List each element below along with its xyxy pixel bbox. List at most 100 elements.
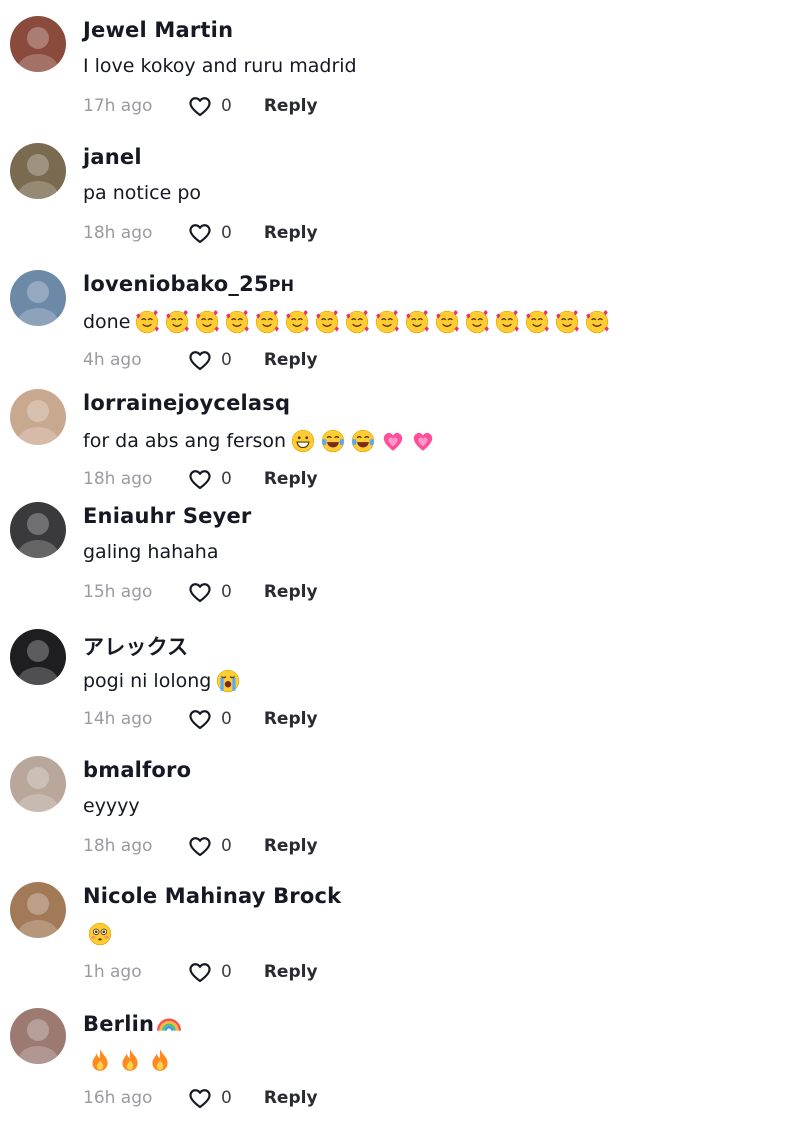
- avatar[interactable]: [10, 1008, 66, 1064]
- fire-emoji: [87, 1047, 113, 1073]
- username-text: Jewel Martin: [83, 18, 234, 42]
- comment-text: pogi ni lolong: [83, 670, 212, 692]
- like-button[interactable]: 0: [187, 834, 232, 858]
- heart-emoji: [410, 428, 436, 454]
- smiling-hearts-emoji: [254, 309, 280, 335]
- timestamp: 18h ago: [83, 836, 153, 856]
- like-count: 0: [221, 582, 232, 602]
- reply-button[interactable]: Reply: [264, 836, 318, 856]
- comment-item: lorrainejoycelasq for da abs ang ferson 18…: [0, 389, 800, 515]
- like-button[interactable]: 0: [187, 960, 232, 984]
- username[interactable]: Jewel Martin: [83, 18, 233, 42]
- username-text: loveniobako_25: [83, 272, 269, 296]
- comment-body: pogi ni lolong: [83, 668, 245, 694]
- timestamp: 4h ago: [83, 350, 142, 370]
- heart-icon: [187, 1086, 213, 1110]
- avatar[interactable]: [10, 502, 66, 558]
- reply-button[interactable]: Reply: [264, 223, 318, 243]
- comment-body: [83, 921, 117, 947]
- timestamp: 15h ago: [83, 582, 153, 602]
- username[interactable]: janel: [83, 145, 142, 169]
- reply-button[interactable]: Reply: [264, 962, 318, 982]
- comment-body: done: [83, 309, 614, 335]
- like-button[interactable]: 0: [187, 348, 232, 372]
- like-count: 0: [221, 709, 232, 729]
- comment-item: Jewel Martin I love kokoy and ruru madrid…: [0, 16, 800, 142]
- like-button[interactable]: 0: [187, 94, 232, 118]
- heart-icon: [187, 467, 213, 491]
- comment-meta: 17h ago 0 Reply: [83, 94, 318, 118]
- emoji-group: [134, 309, 614, 335]
- emoji-group: [290, 428, 440, 454]
- comment-body: I love kokoy and ruru madrid: [83, 55, 357, 77]
- comment-meta: 14h ago 0 Reply: [83, 707, 318, 731]
- smiling-hearts-emoji: [224, 309, 250, 335]
- username-text: Nicole Mahinay Brock: [83, 884, 342, 908]
- like-button[interactable]: 0: [187, 221, 232, 245]
- heart-icon: [187, 580, 213, 604]
- comment-item: Berlin 16h ago 0 Reply: [0, 1008, 800, 1134]
- smiling-hearts-emoji: [164, 309, 190, 335]
- comment-meta: 1h ago 0 Reply: [83, 960, 318, 984]
- smiling-hearts-emoji: [344, 309, 370, 335]
- username[interactable]: Berlin: [83, 1010, 186, 1036]
- comment-meta: 4h ago 0 Reply: [83, 348, 318, 372]
- comment-meta: 18h ago 0 Reply: [83, 834, 318, 858]
- username[interactable]: Nicole Mahinay Brock: [83, 884, 341, 908]
- username[interactable]: lorrainejoycelasq: [83, 391, 290, 415]
- reply-button[interactable]: Reply: [264, 709, 318, 729]
- comment-text: done: [83, 311, 131, 333]
- smiling-hearts-emoji: [134, 309, 160, 335]
- like-button[interactable]: 0: [187, 1086, 232, 1110]
- comment-body: eyyyy: [83, 795, 140, 817]
- avatar[interactable]: [10, 756, 66, 812]
- username-text: Eniauhr Seyer: [83, 504, 252, 528]
- comment-text: I love kokoy and ruru madrid: [83, 55, 357, 77]
- heart-icon: [187, 221, 213, 245]
- username-text: アレックス: [83, 635, 189, 659]
- like-button[interactable]: 0: [187, 580, 232, 604]
- avatar[interactable]: [10, 270, 66, 326]
- comment-item: Nicole Mahinay Brock 1h ago 0 Reply: [0, 882, 800, 1008]
- timestamp: 14h ago: [83, 709, 153, 729]
- username[interactable]: bmalforo: [83, 758, 191, 782]
- username-suffix: PH: [268, 276, 295, 295]
- reply-button[interactable]: Reply: [264, 96, 318, 116]
- username-text: janel: [83, 145, 142, 169]
- comment-body: [83, 1047, 177, 1073]
- timestamp: 18h ago: [83, 223, 153, 243]
- heart-icon: [187, 960, 213, 984]
- avatar[interactable]: [10, 389, 66, 445]
- avatar[interactable]: [10, 629, 66, 685]
- smiling-hearts-emoji: [434, 309, 460, 335]
- reply-button[interactable]: Reply: [264, 350, 318, 370]
- rainbow-emoji: [156, 1010, 182, 1036]
- username[interactable]: Eniauhr Seyer: [83, 504, 252, 528]
- reply-button[interactable]: Reply: [264, 469, 318, 489]
- comment-text: galing hahaha: [83, 541, 219, 563]
- comment-item: アレックス pogi ni lolong 14h ago 0 Reply: [0, 629, 800, 755]
- avatar[interactable]: [10, 16, 66, 72]
- laughing-tears-emoji: [320, 428, 346, 454]
- username[interactable]: loveniobako_25PH: [83, 272, 294, 296]
- username[interactable]: アレックス: [83, 631, 188, 661]
- smiling-hearts-emoji: [524, 309, 550, 335]
- comment-item: janel pa notice po 18h ago 0 Reply: [0, 143, 800, 269]
- comment-meta: 18h ago 0 Reply: [83, 467, 318, 491]
- reply-button[interactable]: Reply: [264, 582, 318, 602]
- comment-item: bmalforo eyyyy 18h ago 0 Reply: [0, 756, 800, 882]
- smiling-hearts-emoji: [314, 309, 340, 335]
- emoji-group: [87, 921, 117, 947]
- like-button[interactable]: 0: [187, 467, 232, 491]
- smiling-hearts-emoji: [284, 309, 310, 335]
- smiling-hearts-emoji: [494, 309, 520, 335]
- comment-item: loveniobako_25PH done 4h ago 0 Reply: [0, 270, 800, 396]
- comment-meta: 18h ago 0 Reply: [83, 221, 318, 245]
- avatar[interactable]: [10, 143, 66, 199]
- timestamp: 1h ago: [83, 962, 142, 982]
- like-button[interactable]: 0: [187, 707, 232, 731]
- avatar[interactable]: [10, 882, 66, 938]
- like-count: 0: [221, 96, 232, 116]
- reply-button[interactable]: Reply: [264, 1088, 318, 1108]
- like-count: 0: [221, 836, 232, 856]
